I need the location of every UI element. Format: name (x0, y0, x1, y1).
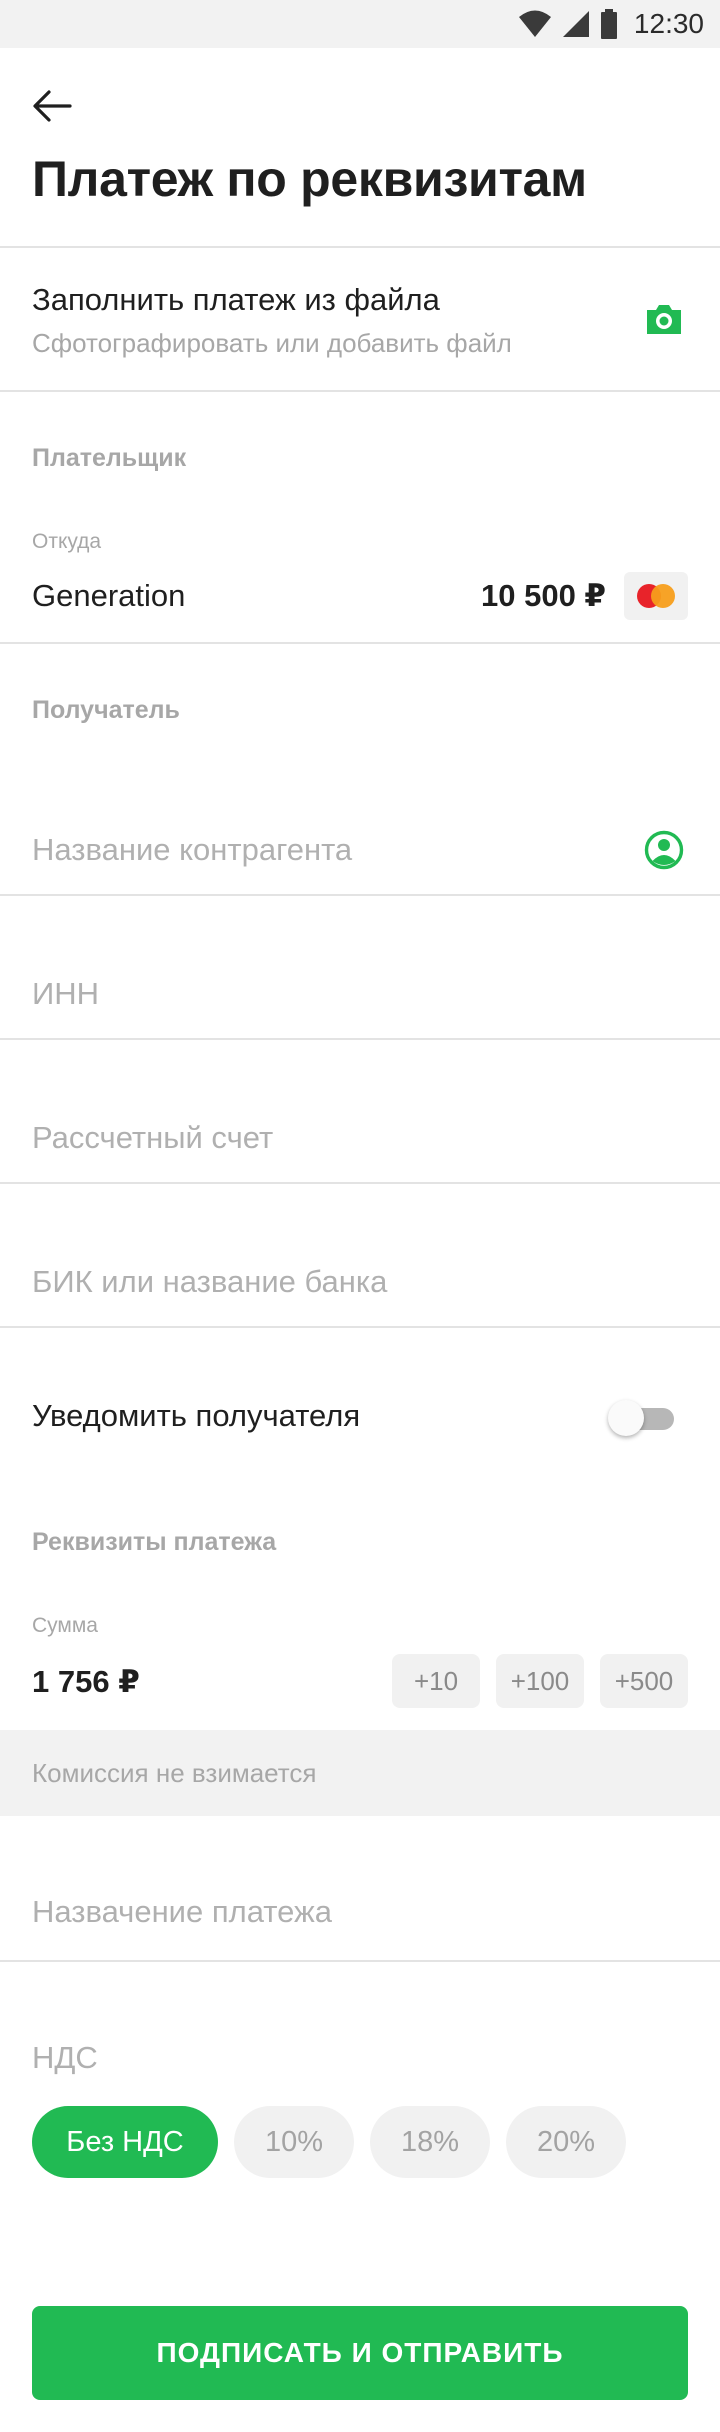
page-title: Платеж по реквизитам (32, 151, 587, 207)
vat-option-10[interactable]: 10% (234, 2106, 354, 2178)
inn-input[interactable]: ИНН (32, 976, 99, 1012)
vat-option-18[interactable]: 18% (370, 2106, 490, 2178)
bank-input[interactable]: БИК или название банка (32, 1264, 387, 1300)
camera-icon[interactable] (644, 300, 684, 340)
wifi-icon (518, 10, 551, 37)
account-number-input[interactable]: Рассчетный счет (32, 1120, 273, 1156)
sign-and-send-button[interactable]: ПОДПИСАТЬ И ОТПРАВИТЬ (32, 2306, 688, 2400)
divider (0, 894, 720, 896)
fill-from-file-subtitle: Сфотографировать или добавить файл (32, 328, 512, 358)
commission-banner: Комиссия не взимается (0, 1730, 720, 1816)
battery-icon (600, 9, 617, 39)
fill-from-file-row[interactable]: Заполнить платеж из файла Сфотографирова… (0, 248, 720, 390)
from-label: Откуда (32, 530, 102, 553)
quick-add-500-button[interactable]: +500 (600, 1654, 688, 1708)
divider (0, 642, 720, 644)
status-bar: 12:30 (0, 0, 720, 48)
quick-add-10-button[interactable]: +10 (392, 1654, 480, 1708)
vat-option-20[interactable]: 20% (506, 2106, 626, 2178)
signal-icon (562, 11, 589, 37)
vat-option-none[interactable]: Без НДС (32, 2106, 218, 2178)
divider (0, 1182, 720, 1184)
divider (0, 390, 720, 392)
sum-label: Сумма (32, 1614, 98, 1637)
account-balance: 10 500 ₽ (481, 578, 606, 613)
payment-purpose-input[interactable]: Назвачение платежа (32, 1894, 332, 1930)
divider (0, 1960, 720, 1962)
contact-icon[interactable] (644, 830, 684, 870)
divider (0, 1038, 720, 1040)
recipient-section-label: Получатель (32, 696, 180, 724)
sum-input[interactable]: 1 756 ₽ (32, 1664, 140, 1700)
fill-from-file-title: Заполнить платеж из файла (32, 282, 440, 317)
payment-details-section-label: Реквизиты платежа (32, 1528, 277, 1556)
commission-text: Комиссия не взимается (32, 1758, 317, 1788)
arrow-back-icon (33, 90, 72, 122)
mastercard-icon (624, 572, 688, 620)
quick-add-100-button[interactable]: +100 (496, 1654, 584, 1708)
notify-recipient-label: Уведомить получателя (32, 1398, 361, 1433)
payer-section-label: Плательщик (32, 444, 187, 472)
vat-label: НДС (32, 2040, 98, 2075)
status-icons: 12:30 (518, 6, 704, 42)
divider (0, 1326, 720, 1328)
notify-recipient-toggle[interactable] (608, 1398, 682, 1438)
back-button[interactable] (30, 84, 74, 128)
account-name: Generation (32, 578, 186, 613)
status-time: 12:30 (633, 8, 704, 39)
counterparty-name-input[interactable]: Название контрагента (32, 832, 352, 868)
